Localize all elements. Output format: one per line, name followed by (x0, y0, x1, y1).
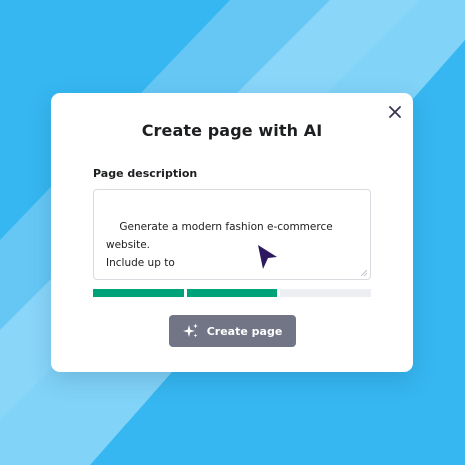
dialog-title: Create page with AI (141, 121, 323, 140)
progress-segment-empty (280, 289, 372, 297)
close-icon[interactable] (389, 106, 401, 118)
sparkle-icon (182, 323, 198, 338)
page-description-label: Page description (93, 167, 198, 180)
page-description-value: Generate a modern fashion e-commerce web… (106, 221, 333, 269)
page-description-input[interactable]: Generate a modern fashion e-commerce web… (93, 189, 371, 280)
create-page-dialog: Create page with AI Page description Gen… (51, 93, 413, 372)
create-page-label: Create page (206, 324, 283, 338)
close-button[interactable] (385, 102, 405, 122)
progress-segment-filled (186, 289, 278, 297)
progress-segment-filled (93, 289, 184, 297)
generation-progress (93, 289, 372, 297)
create-page-button[interactable]: Create page (169, 315, 296, 347)
resize-handle-icon[interactable] (361, 270, 367, 276)
mouse-cursor-icon (258, 245, 277, 269)
